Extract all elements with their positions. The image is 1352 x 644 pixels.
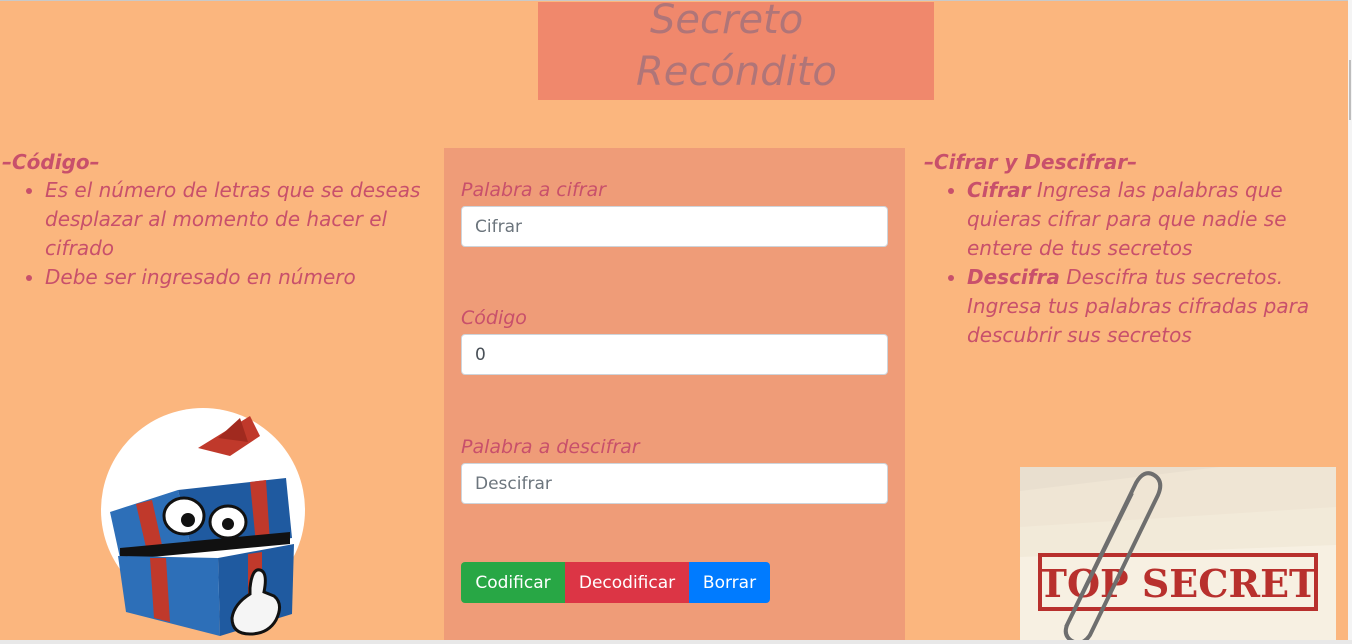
action-button-group: Codificar Decodificar Borrar bbox=[461, 562, 770, 603]
codigo-info-panel: –Código– Es el número de letras que se d… bbox=[2, 148, 422, 292]
codigo-input[interactable] bbox=[461, 334, 888, 375]
page-title-banner: Secreto Recóndito bbox=[538, 2, 934, 100]
cifrar-info-heading: –Cifrar y Descifrar– bbox=[924, 150, 1138, 174]
decodificar-button[interactable]: Decodificar bbox=[565, 562, 689, 603]
list-item: Cifrar Ingresa las palabras que quieras … bbox=[967, 176, 1348, 263]
scrollbar[interactable] bbox=[1348, 0, 1352, 644]
list-item-term: Descifra bbox=[967, 265, 1060, 289]
list-item-term: Cifrar bbox=[967, 178, 1031, 202]
codificar-button[interactable]: Codificar bbox=[461, 562, 565, 603]
top-border bbox=[0, 0, 1352, 1]
gift-box-mascot-image bbox=[101, 408, 305, 636]
cipher-form: Palabra a cifrar Código Palabra a descif… bbox=[444, 148, 905, 644]
codigo-info-list: Es el número de letras que se deseas des… bbox=[2, 176, 422, 292]
list-item: Es el número de letras que se deseas des… bbox=[45, 176, 422, 263]
cifrar-input[interactable] bbox=[461, 206, 888, 247]
top-secret-folder-image: TOP SECRET bbox=[1020, 467, 1336, 644]
list-item: Descifra Descifra tus secretos. Ingresa … bbox=[967, 263, 1348, 350]
page-title-line2: Recóndito bbox=[636, 49, 837, 95]
borrar-button[interactable]: Borrar bbox=[689, 562, 770, 603]
descifrar-label: Palabra a descifrar bbox=[461, 436, 640, 458]
bottom-border bbox=[0, 640, 1352, 644]
descifrar-input[interactable] bbox=[461, 463, 888, 504]
cifrar-label: Palabra a cifrar bbox=[461, 179, 606, 201]
page-title-line1: Secreto bbox=[650, 2, 804, 43]
scrollbar-thumb[interactable] bbox=[1349, 60, 1351, 120]
cifrar-info-list: Cifrar Ingresa las palabras que quieras … bbox=[924, 176, 1348, 350]
codigo-info-heading: –Código– bbox=[2, 150, 100, 174]
cifrar-info-panel: –Cifrar y Descifrar– Cifrar Ingresa las … bbox=[924, 148, 1348, 350]
list-item: Debe ser ingresado en número bbox=[45, 263, 422, 292]
codigo-label: Código bbox=[461, 307, 527, 329]
